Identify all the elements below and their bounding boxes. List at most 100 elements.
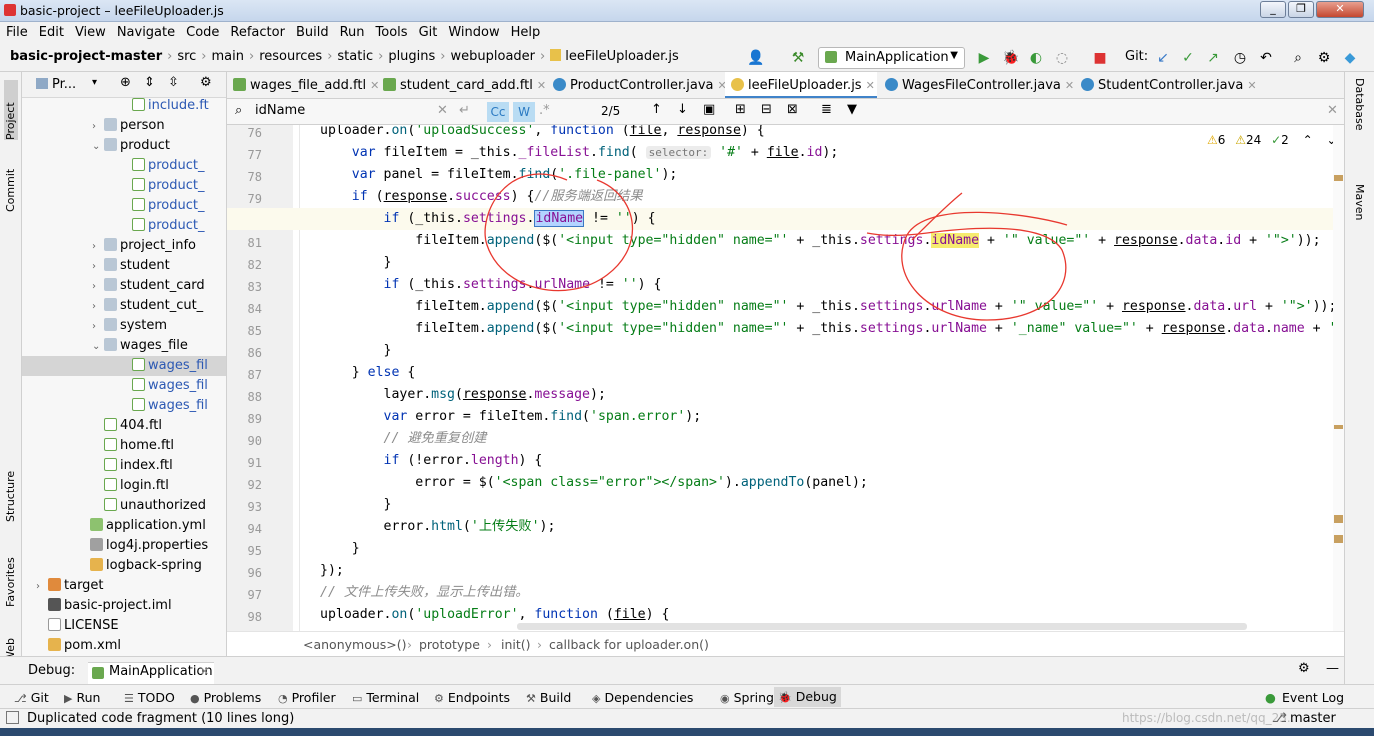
tool-window-todo[interactable]: ☰ TODO xyxy=(124,690,175,705)
close-tab-icon[interactable]: ✕ xyxy=(866,79,875,92)
select-all-icon[interactable]: ▣ xyxy=(703,102,715,117)
expand-all-icon[interactable]: ⇕ xyxy=(144,75,155,90)
tree-item[interactable]: log4j.properties xyxy=(22,536,226,556)
menu-build[interactable]: Build xyxy=(290,22,334,40)
tool-window-problems[interactable]: ● Problems xyxy=(190,690,261,705)
editor-tab[interactable]: StudentController.java ✕ xyxy=(1075,72,1257,98)
tree-item[interactable]: wages_fil xyxy=(22,396,226,416)
minimize-panel-icon[interactable]: — xyxy=(1326,661,1339,676)
remove-occurrence-icon[interactable]: ⊟ xyxy=(761,102,772,117)
debug-session-tab[interactable]: MainApplication ✕ xyxy=(88,662,214,684)
chevron-down-icon[interactable]: ⌄ xyxy=(92,337,104,357)
gear-icon[interactable]: ⚙ xyxy=(1316,50,1332,66)
menu-help[interactable]: Help xyxy=(505,22,546,40)
tree-item[interactable]: product_ xyxy=(22,156,226,176)
breadcrumb-item[interactable]: leeFileUploader.js xyxy=(565,49,679,64)
close-tab-icon[interactable]: ✕ xyxy=(1247,79,1256,92)
git-branch[interactable]: master xyxy=(1290,711,1336,726)
tree-item[interactable]: wages_fil xyxy=(22,376,226,396)
close-find-icon[interactable]: ✕ xyxy=(1327,103,1338,118)
close-window-icon[interactable]: ✕ xyxy=(1316,1,1364,18)
chevron-right-icon[interactable]: › xyxy=(92,117,104,137)
breadcrumb-item[interactable]: static xyxy=(337,49,373,64)
chevron-right-icon[interactable]: › xyxy=(92,317,104,337)
tree-item[interactable]: › target xyxy=(22,576,226,597)
close-icon[interactable]: ✕ xyxy=(200,665,209,678)
project-tool-tab[interactable]: Project xyxy=(4,80,18,140)
hammer-icon[interactable]: ⚒ xyxy=(790,50,806,66)
event-log-button[interactable]: Event Log xyxy=(1282,690,1344,705)
clear-icon[interactable]: ✕ xyxy=(437,103,448,118)
tree-item[interactable]: login.ftl xyxy=(22,476,226,496)
tree-item[interactable]: › student xyxy=(22,256,226,277)
menu-code[interactable]: Code xyxy=(180,22,224,40)
menu-navigate[interactable]: Navigate xyxy=(111,22,180,40)
tree-item[interactable]: index.ftl xyxy=(22,456,226,476)
add-occurrence-icon[interactable]: ⊞ xyxy=(735,102,746,117)
gear-icon[interactable]: ⚙ xyxy=(200,75,212,90)
whole-word-toggle[interactable]: W xyxy=(513,102,535,122)
breadcrumb-item[interactable]: resources xyxy=(259,49,322,64)
menu-edit[interactable]: Edit xyxy=(33,22,69,40)
tree-item[interactable]: product_ xyxy=(22,176,226,196)
editor-scrollbar[interactable] xyxy=(1333,125,1344,631)
history-icon[interactable]: ◷ xyxy=(1232,50,1248,66)
structure-tool-tab[interactable]: Structure xyxy=(4,462,18,522)
profile-icon[interactable]: ◌ xyxy=(1054,50,1070,66)
tree-item[interactable]: › student_card xyxy=(22,276,226,297)
status-toggle-icon[interactable] xyxy=(6,711,19,724)
arrow-down-icon[interactable]: ↓ xyxy=(677,102,688,117)
filter-icon[interactable]: ▼ xyxy=(847,102,857,117)
chevron-right-icon[interactable]: › xyxy=(36,577,48,597)
tool-window-run[interactable]: ▶ Run xyxy=(64,690,100,705)
tool-window-build[interactable]: ⚒ Build xyxy=(526,690,571,705)
editor-tab[interactable]: WagesFileController.java ✕ xyxy=(879,72,1074,98)
minimize-icon[interactable]: _ xyxy=(1260,1,1286,18)
tree-item[interactable]: ⌄ product xyxy=(22,136,226,156)
maven-tool-tab[interactable]: Maven xyxy=(1353,184,1366,244)
run-icon[interactable]: ▶ xyxy=(976,50,992,66)
code-editor[interactable]: 7677787980818283848586878889909192939495… xyxy=(227,125,1344,631)
commit-tool-tab[interactable]: Commit xyxy=(4,157,18,212)
editor-tab[interactable]: wages_file_add.ftl ✕ xyxy=(227,72,379,98)
collapse-all-icon[interactable]: ⇳ xyxy=(168,75,179,90)
menu-file[interactable]: File xyxy=(0,22,33,40)
tree-item[interactable]: application.yml xyxy=(22,516,226,536)
code-breadcrumb-item[interactable]: callback for uploader.on() xyxy=(549,637,709,652)
horizontal-scrollbar[interactable] xyxy=(517,623,1247,630)
code-breadcrumb-item[interactable]: init() xyxy=(501,637,531,652)
tree-item[interactable]: product_ xyxy=(22,196,226,216)
project-panel-title[interactable]: Pr... xyxy=(52,77,76,92)
tool-window-terminal[interactable]: ▭ Terminal xyxy=(352,690,419,705)
newline-icon[interactable]: ↵ xyxy=(459,103,470,118)
menu-tools[interactable]: Tools xyxy=(370,22,413,40)
chevron-right-icon[interactable]: › xyxy=(92,277,104,297)
breadcrumb-item[interactable]: basic-project-master xyxy=(10,49,162,64)
tree-item[interactable]: pom.xml xyxy=(22,636,226,656)
favorites-tool-tab[interactable]: Favorites xyxy=(4,547,18,607)
tool-window-debug[interactable]: 🐞 Debug xyxy=(774,687,841,707)
tree-item[interactable]: product_ xyxy=(22,216,226,236)
tree-item[interactable]: ⌄ wages_file xyxy=(22,336,226,357)
code-breadcrumb-item[interactable]: prototype xyxy=(419,637,480,652)
git-push-icon[interactable]: ↗ xyxy=(1205,50,1221,66)
chevron-right-icon[interactable]: › xyxy=(92,297,104,317)
coverage-icon[interactable]: ◐ xyxy=(1028,50,1044,66)
menu-view[interactable]: View xyxy=(69,22,111,40)
tree-item[interactable]: home.ftl xyxy=(22,436,226,456)
arrow-up-icon[interactable]: ↑ xyxy=(651,102,662,117)
search-icon[interactable]: ⌕ xyxy=(1290,50,1306,66)
tree-item[interactable]: › project_info xyxy=(22,236,226,256)
breadcrumb-item[interactable]: src xyxy=(177,49,196,64)
editor-tab[interactable]: ProductController.java ✕ xyxy=(547,72,727,98)
menu-refactor[interactable]: Refactor xyxy=(224,22,290,40)
chevron-right-icon[interactable]: › xyxy=(92,257,104,277)
tree-item[interactable]: basic-project.iml xyxy=(22,596,226,616)
user-icon[interactable]: 👤 xyxy=(747,50,764,66)
tool-window-dependencies[interactable]: ◈ Dependencies xyxy=(592,690,693,705)
breadcrumb-item[interactable]: plugins xyxy=(388,49,435,64)
menu-window[interactable]: Window xyxy=(442,22,504,40)
git-update-icon[interactable]: ↙ xyxy=(1155,50,1171,66)
menu-run[interactable]: Run xyxy=(334,22,370,40)
match-case-toggle[interactable]: Cc xyxy=(487,102,509,122)
